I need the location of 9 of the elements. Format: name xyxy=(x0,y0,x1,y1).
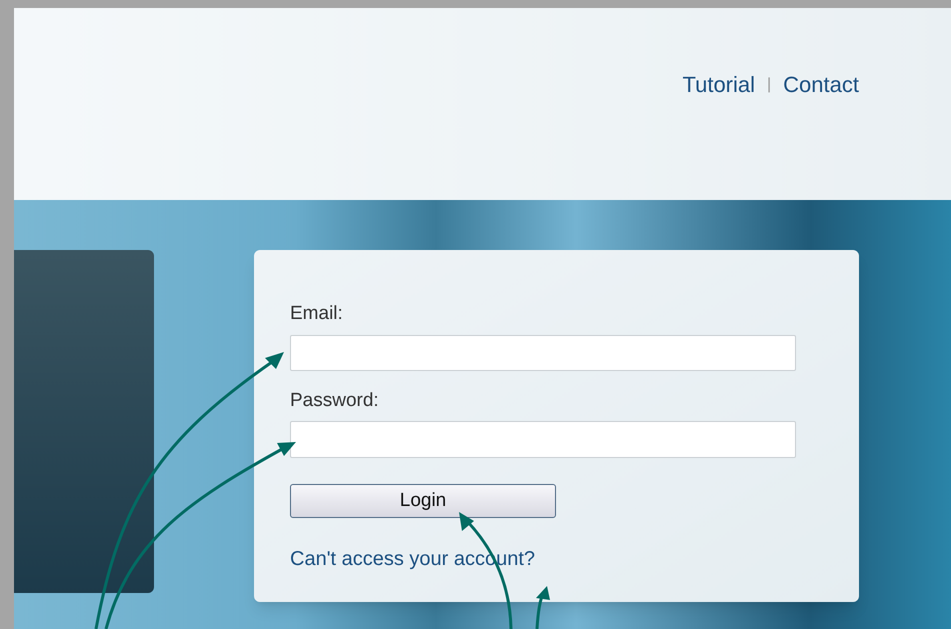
email-field[interactable] xyxy=(290,334,796,370)
nav-link[interactable]: Tutorial xyxy=(682,68,756,101)
email-label: Email: xyxy=(290,302,343,326)
nav-separator: | xyxy=(767,74,772,94)
password-label: Password: xyxy=(290,388,379,412)
nav-link[interactable]: Contact xyxy=(783,68,859,101)
password-field[interactable] xyxy=(290,421,796,458)
annotation-arrow xyxy=(536,586,550,629)
login-button[interactable]: Login xyxy=(290,484,556,518)
